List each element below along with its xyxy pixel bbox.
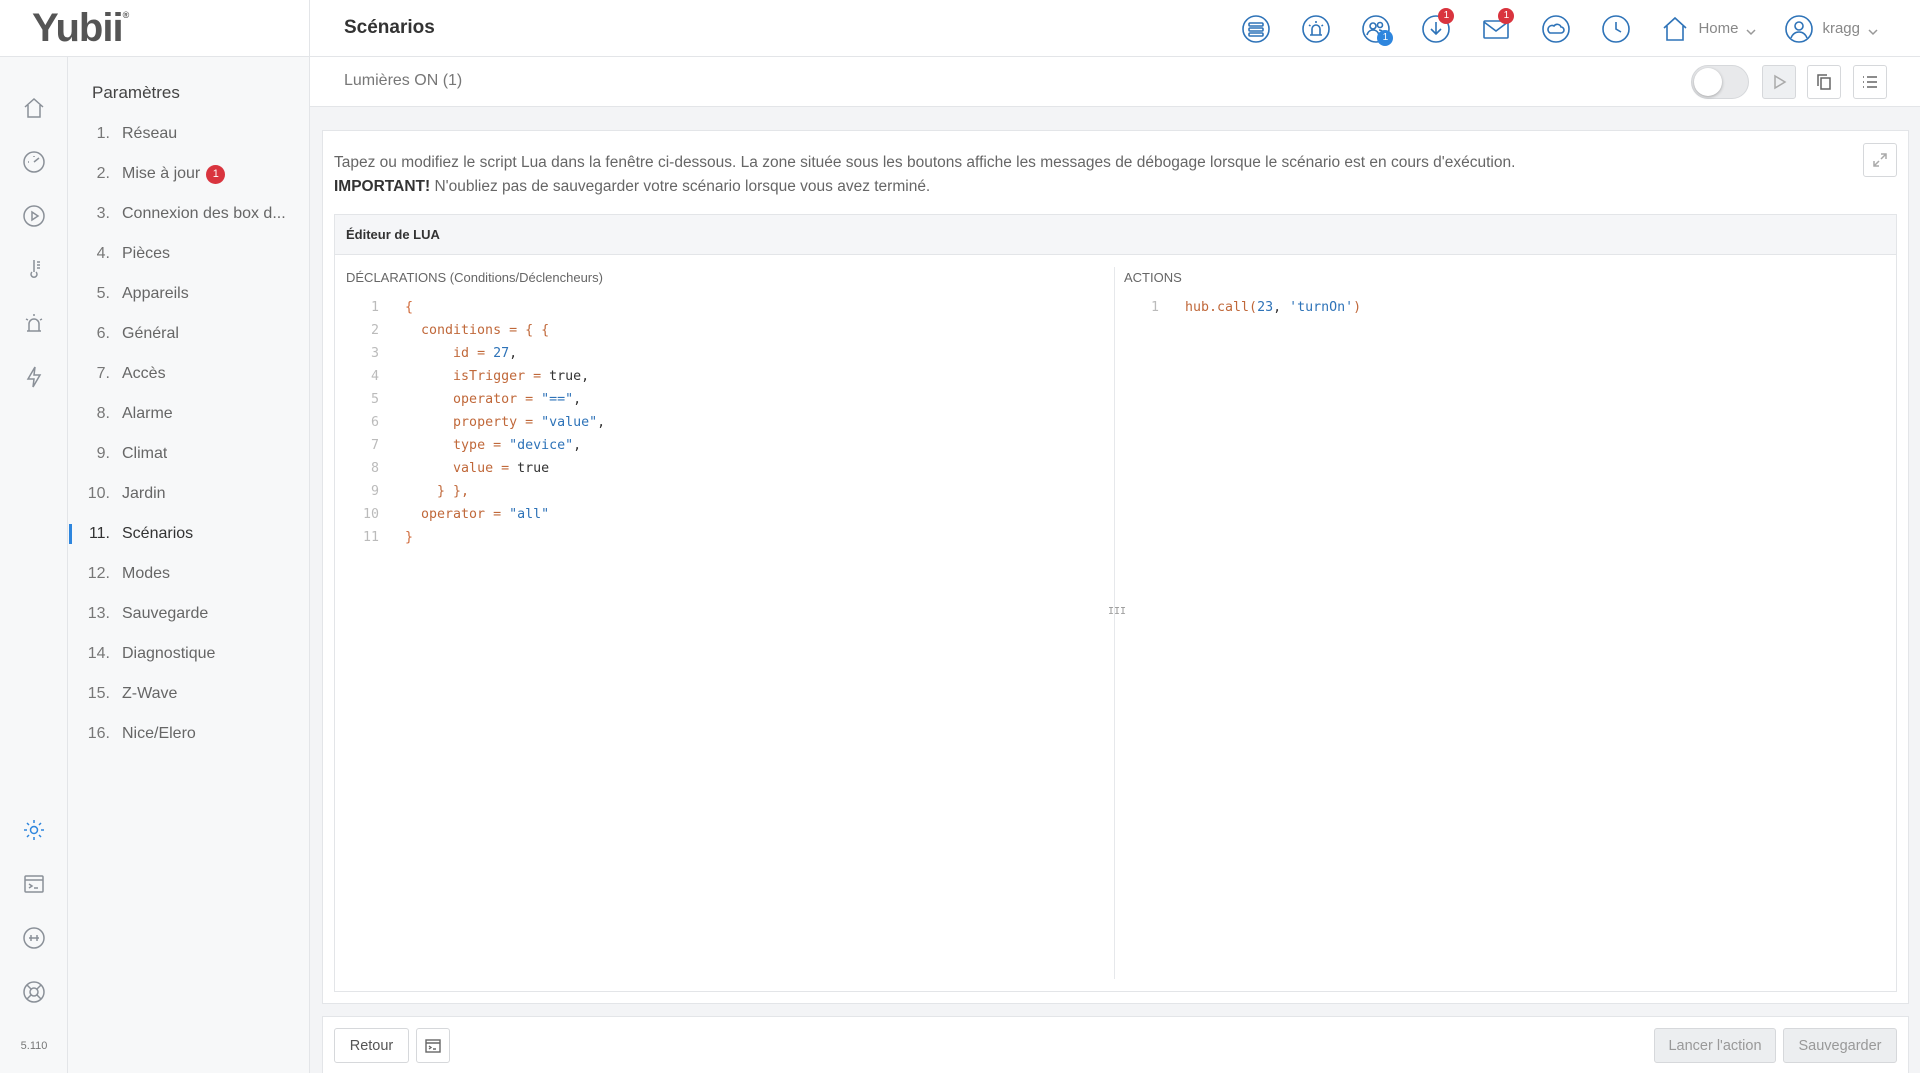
weather-icon[interactable] — [1526, 0, 1586, 57]
home-label: Home — [1698, 20, 1739, 37]
top-bar: Scénarios 1 1 1 Home kragg — [310, 0, 1920, 57]
toggle-knob — [1694, 68, 1722, 96]
dashboard-icon[interactable] — [19, 147, 49, 177]
terminal-icon[interactable] — [19, 869, 49, 899]
list-icon — [1863, 76, 1877, 88]
settings-item-jardin[interactable]: 10. Jardin — [68, 474, 310, 514]
copy-button[interactable] — [1807, 65, 1841, 99]
top-icons: 1 1 1 Home kragg — [1226, 0, 1892, 57]
logo-area: Yubii® — [0, 0, 310, 57]
yubii-logo[interactable]: Yubii® — [32, 6, 129, 51]
plugins-icon[interactable] — [19, 923, 49, 953]
update-badge: 1 — [206, 164, 226, 184]
mail-icon[interactable]: 1 — [1466, 0, 1526, 57]
save-button[interactable]: Sauvegarder — [1783, 1028, 1897, 1063]
actions-label: ACTIONS — [1124, 270, 1182, 285]
settings-item-alarme[interactable]: 8. Alarme — [68, 394, 310, 434]
chevron-down-icon — [1868, 24, 1878, 35]
user-icon — [1785, 14, 1814, 43]
settings-item-pieces[interactable]: 4. Pièces — [68, 234, 310, 274]
fullscreen-button[interactable] — [1863, 143, 1897, 177]
gear-icon[interactable] — [19, 815, 49, 845]
download-badge: 1 — [1438, 8, 1455, 24]
scene-name: Lumières ON (1) — [344, 72, 463, 89]
menu-button[interactable] — [1853, 65, 1887, 99]
settings-item-nice-elero[interactable]: 16. Nice/Elero — [68, 714, 310, 754]
declarations-label: DÉCLARATIONS (Conditions/Déclencheurs) — [346, 270, 603, 285]
run-action-button[interactable]: Lancer l'action — [1654, 1028, 1776, 1063]
climate-icon[interactable] — [19, 254, 49, 284]
settings-item-modes[interactable]: 12. Modes — [68, 554, 310, 594]
settings-item-acces[interactable]: 7. Accès — [68, 354, 310, 394]
editor-title: Éditeur de LUA — [335, 215, 1896, 255]
settings-item-reseau[interactable]: 1. Réseau — [68, 114, 310, 154]
chevron-down-icon — [1746, 24, 1756, 35]
footer-bar: Retour Lancer l'action Sauvegarder — [322, 1016, 1909, 1073]
actions-code-editor[interactable]: 1 hub.call(23, 'turnOn') — [1115, 297, 1885, 977]
important-label: IMPORTANT! — [334, 178, 431, 195]
console-button[interactable] — [416, 1028, 450, 1063]
settings-item-general[interactable]: 6. Général — [68, 314, 310, 354]
settings-item-sauvegarde[interactable]: 13. Sauvegarde — [68, 594, 310, 634]
home-icon — [1663, 16, 1687, 41]
copy-icon — [1817, 74, 1831, 90]
intro-text: Tapez ou modifiez le script Lua dans la … — [334, 154, 1516, 195]
devices-icon[interactable] — [1226, 0, 1286, 57]
alarm-icon[interactable] — [1286, 0, 1346, 57]
settings-item-appareils[interactable]: 5. Appareils — [68, 274, 310, 314]
lua-editor: Éditeur de LUA DÉCLARATIONS (Conditions/… — [334, 214, 1897, 992]
expand-icon — [1873, 153, 1887, 167]
user-label: kragg — [1822, 20, 1860, 37]
user-menu[interactable]: kragg — [1770, 0, 1892, 57]
scenes-icon[interactable] — [19, 201, 49, 231]
settings-menu: Paramètres 1. Réseau 2. Mise à jour 1 3. Con… — [68, 57, 310, 1073]
console-icon — [425, 1038, 441, 1053]
back-button[interactable]: Retour — [334, 1028, 409, 1063]
home-icon[interactable] — [19, 93, 49, 123]
support-icon[interactable] — [19, 977, 49, 1007]
alarm-icon[interactable] — [19, 308, 49, 338]
settings-item-diagnostique[interactable]: 14. Diagnostique — [68, 634, 310, 674]
icon-rail — [0, 57, 68, 1073]
settings-item-scenarios[interactable]: 11. Scénarios — [68, 514, 310, 554]
users-icon[interactable]: 1 — [1346, 0, 1406, 57]
home-selector[interactable]: Home — [1646, 0, 1770, 57]
version-label: 5.110 — [20, 1040, 48, 1052]
energy-icon[interactable] — [19, 362, 49, 392]
settings-item-zwave[interactable]: 15. Z-Wave — [68, 674, 310, 714]
mail-badge: 1 — [1498, 8, 1515, 24]
play-icon — [1774, 74, 1787, 90]
users-badge: 1 — [1377, 30, 1394, 46]
declarations-code-editor[interactable]: 1{ 2 conditions = { { 3 id = 27, 4 isTri… — [335, 297, 1105, 977]
page-title: Scénarios — [344, 17, 435, 38]
play-button[interactable] — [1762, 65, 1796, 99]
download-icon[interactable]: 1 — [1406, 0, 1466, 57]
settings-item-climat[interactable]: 9. Climat — [68, 434, 310, 474]
clock-icon[interactable] — [1586, 0, 1646, 57]
scene-enable-toggle[interactable] — [1691, 65, 1749, 99]
settings-title: Paramètres — [92, 83, 180, 102]
scene-header: Lumières ON (1) — [310, 57, 1920, 107]
settings-item-mise-a-jour[interactable]: 2. Mise à jour 1 — [68, 154, 310, 194]
settings-item-connexion[interactable]: 3. Connexion des box d... — [68, 194, 310, 234]
scene-editor-panel: Tapez ou modifiez le script Lua dans la … — [322, 130, 1909, 1004]
